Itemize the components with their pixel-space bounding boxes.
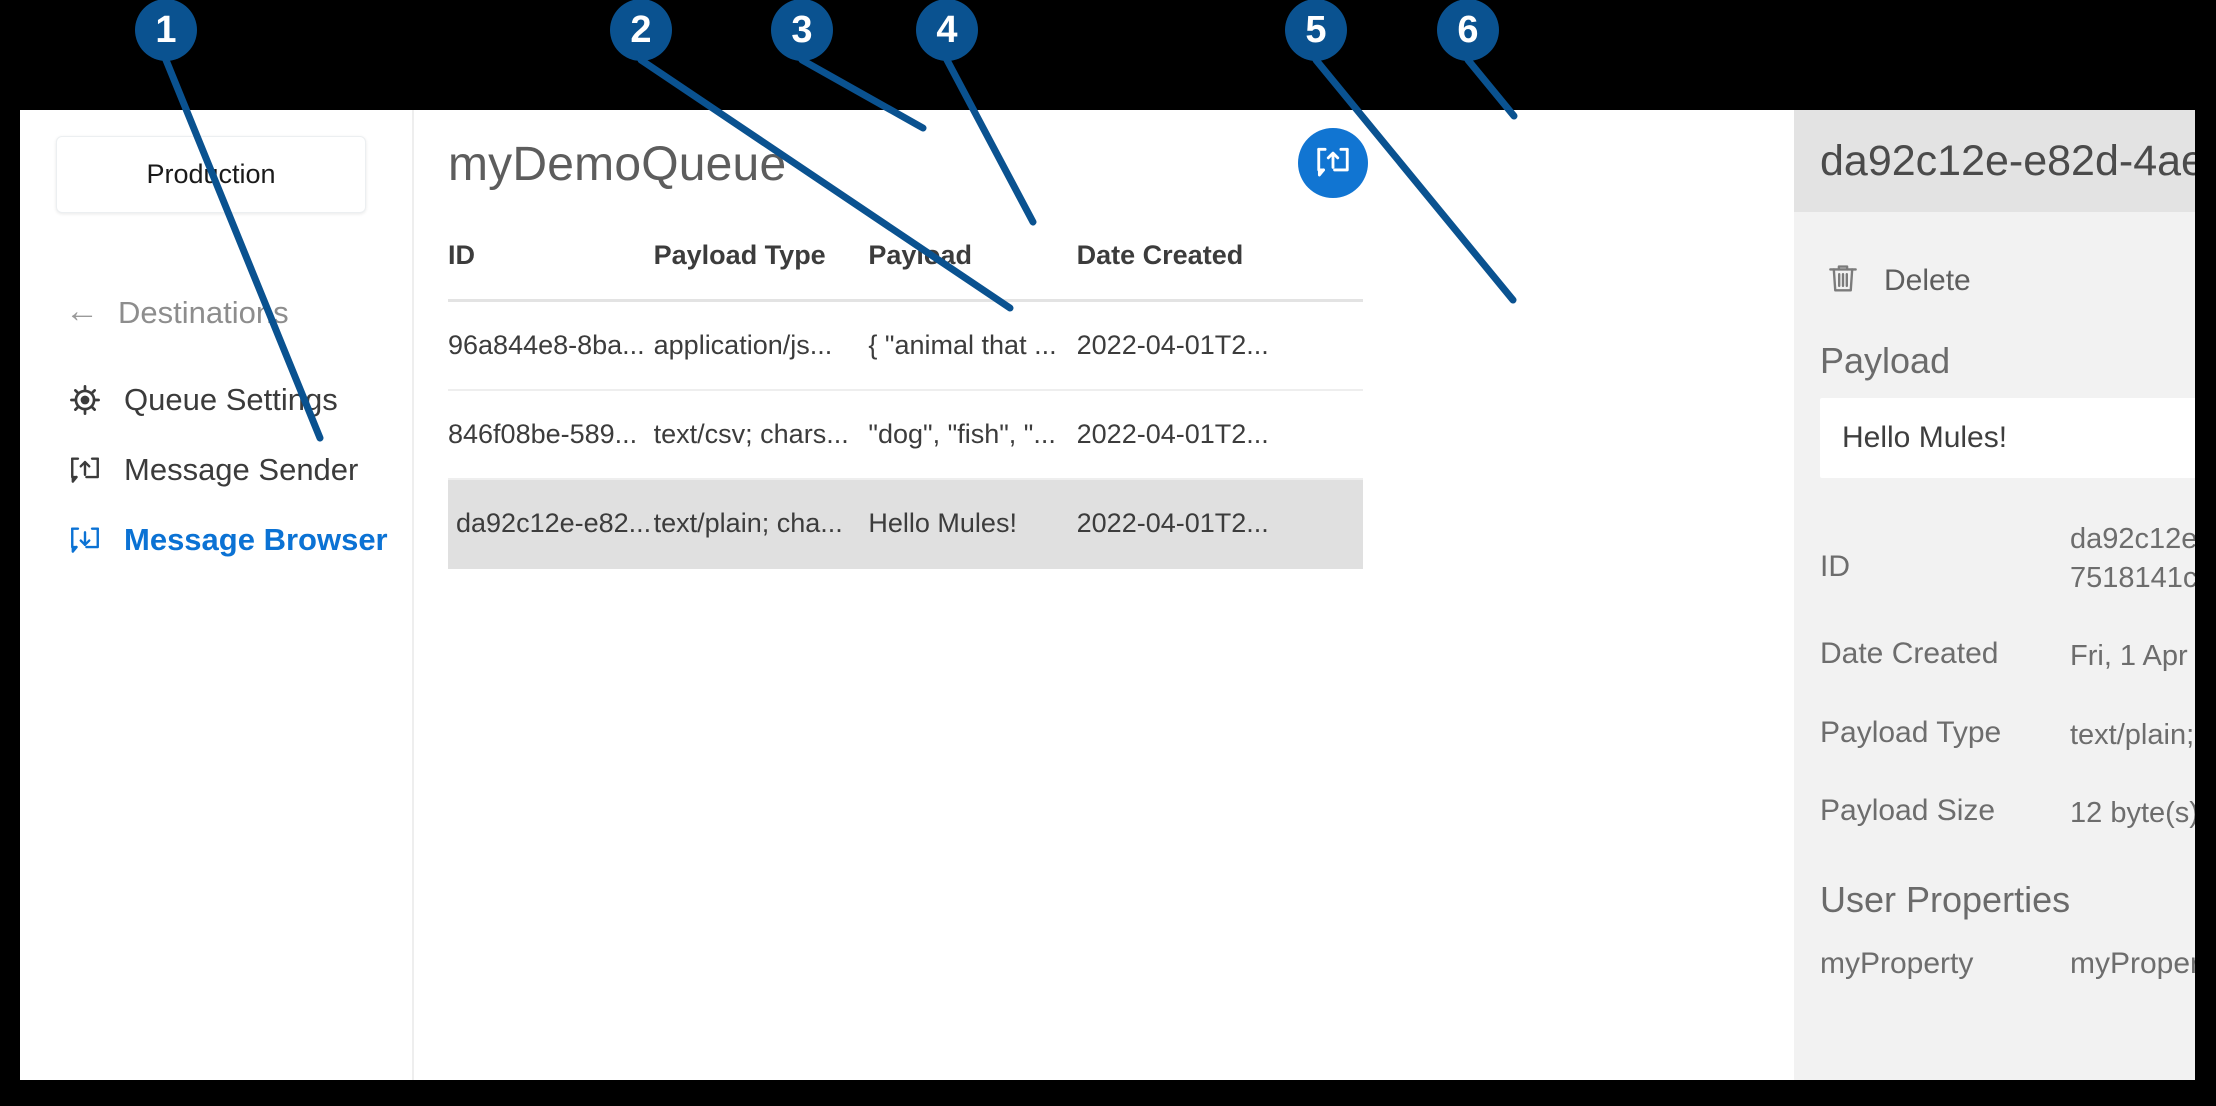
user-property-row: myProperty myPropertyValue [1794,921,2195,981]
callout-badge-2: 2 [610,0,672,61]
screenshot-root: Production ← Destinations Queue Settings… [0,0,2216,1106]
detail-value: 12 byte(s) [2070,797,2195,830]
cell-payload: Hello Mules! [868,479,1077,569]
cell-id: da92c12e-e82... [448,479,654,569]
app-window: Production ← Destinations Queue Settings… [20,110,2195,1080]
cell-date-created: 2022-04-01T2... [1076,300,1363,391]
table-row[interactable]: 846f08be-589... text/csv; chars... "dog"… [448,390,1363,480]
message-send-icon [68,453,102,487]
column-header-id[interactable]: ID [448,240,654,302]
detail-field-list: ID da92c12e-e82d-4ae4-b609-7518141cbb72 … [1794,478,2195,853]
cell-id: 96a844e8-8ba... [448,300,654,391]
cell-id: 846f08be-589... [448,390,654,480]
gear-icon [68,383,102,417]
environment-selector-button[interactable]: Production [56,136,366,213]
table-row[interactable]: 96a844e8-8ba... application/js... { "ani… [448,300,1363,391]
callout-badge-6: 6 [1437,0,1499,61]
back-to-destinations-link[interactable]: ← Destinations [65,292,289,331]
delete-button-label: Delete [1884,263,1971,297]
callout-badge-1: 1 [135,0,197,61]
arrow-left-icon: ← [65,292,99,330]
trash-icon [1824,259,1862,302]
table-header-row: ID Payload Type Payload Date Created [448,240,1363,302]
payload-value-box: Hello Mules! [1820,398,2195,478]
detail-label: ID [1820,550,1850,583]
cell-payload: { "animal that ... [868,300,1077,391]
sidebar-item-queue-settings[interactable]: Queue Settings [20,365,412,435]
payload-value: Hello Mules! [1842,421,2008,454]
sidebar-item-message-sender[interactable]: Message Sender [20,435,412,505]
callout-badge-3: 3 [771,0,833,61]
detail-panel-title: da92c12e-e82d-4ae4-b609-... [1820,136,2195,185]
payload-section-title: Payload [1820,340,1951,381]
column-header-payload[interactable]: Payload [868,240,1077,302]
message-detail-panel: da92c12e-e82d-4ae4-b609-... [1794,110,2195,1080]
sidebar-item-label: Queue Settings [124,382,338,417]
user-properties-title: User Properties [1820,878,2071,920]
payload-section-header: Payload [1794,302,2195,382]
sidebar-item-message-browser[interactable]: Message Browser [20,505,412,575]
detail-label: Payload Type [1820,715,2002,749]
detail-value: text/plain; charset=UTF-8 [2070,718,2195,751]
cell-payload-type: text/plain; cha... [653,479,869,569]
table-row-selected[interactable]: da92c12e-e82... text/plain; cha... Hello… [448,479,1363,569]
detail-label: Date Created [1820,637,1999,671]
detail-row-id: ID da92c12e-e82d-4ae4-b609-7518141cbb72 [1794,500,2195,617]
detail-row-payload-size: Payload Size 12 byte(s) [1794,774,2195,853]
detail-panel-header: da92c12e-e82d-4ae4-b609-... [1794,110,2195,212]
back-link-label: Destinations [118,295,289,330]
detail-label: Payload Size [1820,794,1996,828]
sidebar-item-label: Message Sender [124,452,359,487]
detail-value: da92c12e-e82d-4ae4-b609-7518141cbb72 [2070,523,2195,594]
message-table: ID Payload Type Payload Date Created 96a… [448,240,1363,569]
cell-payload-type: text/csv; chars... [653,390,869,480]
callout-badge-5: 5 [1285,0,1347,61]
message-receive-icon [68,523,102,557]
sidebar-nav: Queue Settings Message Sender Message Br… [20,365,412,575]
cell-date-created: 2022-04-01T2... [1076,390,1363,480]
callout-badge-4: 4 [916,0,978,61]
message-send-icon [1314,143,1352,184]
main-content: myDemoQueue ID Payload Type Payload Date… [414,110,2195,1080]
column-header-date-created[interactable]: Date Created [1076,240,1363,302]
delete-button[interactable]: Delete [1794,212,1971,302]
sidebar: Production ← Destinations Queue Settings… [20,110,414,1080]
cell-payload: "dog", "fish", "... [868,390,1077,480]
sidebar-item-label: Message Browser [124,522,388,557]
detail-value: Fri, 1 Apr 2022 20:27:58 GMT [2070,640,2195,673]
environment-label: Production [146,159,276,189]
detail-row-payload-type: Payload Type text/plain; charset=UTF-8 [1794,696,2195,775]
user-property-value: myPropertyValue [2070,946,2195,980]
detail-row-date-created: Date Created Fri, 1 Apr 2022 20:27:58 GM… [1794,617,2195,696]
send-message-button[interactable] [1298,128,1368,198]
user-property-key: myProperty [1820,946,1974,980]
cell-payload-type: application/js... [653,300,869,391]
page-title: myDemoQueue [448,138,787,191]
column-header-payload-type[interactable]: Payload Type [653,240,869,302]
cell-date-created: 2022-04-01T2... [1076,479,1363,569]
